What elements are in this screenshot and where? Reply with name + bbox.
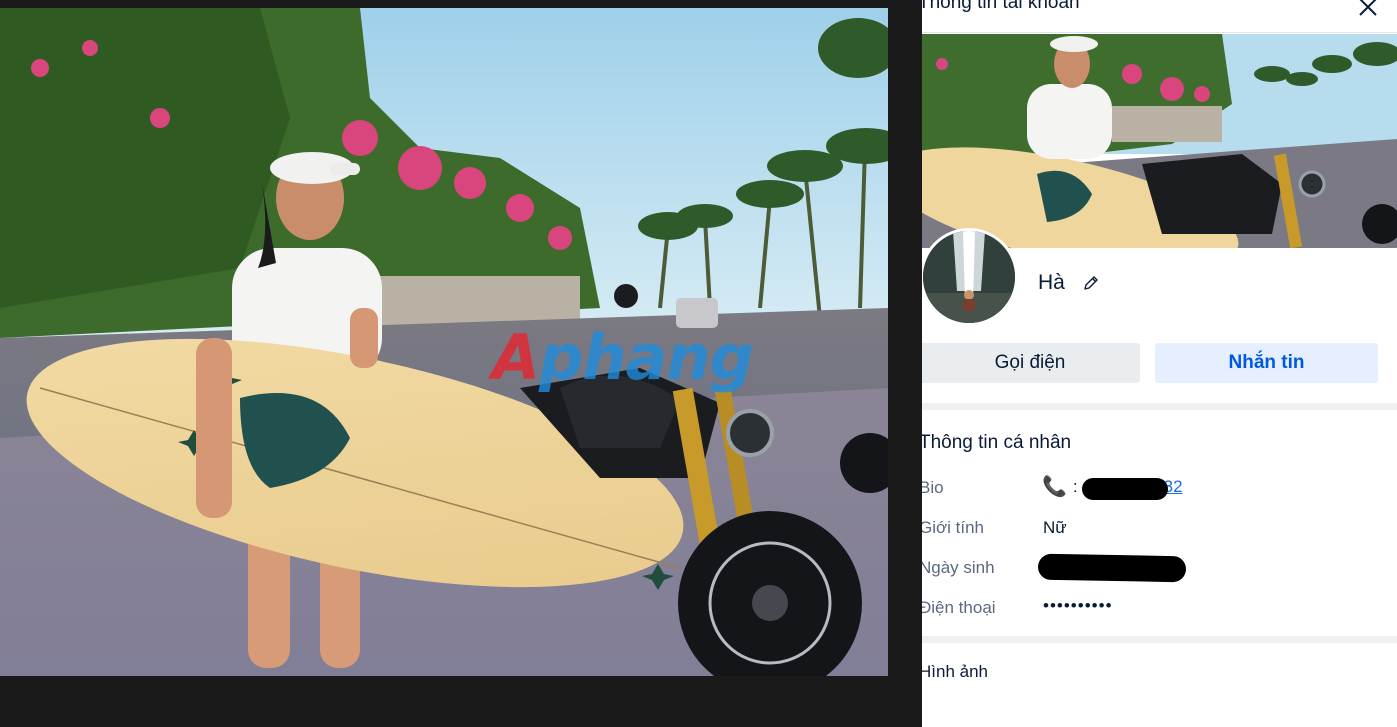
redaction-mark bbox=[1037, 553, 1187, 583]
gender-value: Nữ bbox=[1043, 518, 1067, 537]
panel-title: Thông tin tài khoản bbox=[922, 0, 1080, 13]
cover-image bbox=[922, 34, 1397, 248]
call-button[interactable]: Gọi điện bbox=[922, 343, 1140, 383]
message-button[interactable]: Nhắn tin bbox=[1155, 343, 1378, 383]
profile-name: Hà bbox=[1038, 271, 1065, 294]
edit-name-icon[interactable] bbox=[1082, 274, 1100, 292]
photo-viewer: Aphang bbox=[0, 0, 922, 727]
personal-info-title: Thông tin cá nhân bbox=[922, 432, 1072, 453]
avatar[interactable] bbox=[922, 228, 1018, 326]
phone-value: •••••••••• bbox=[1043, 596, 1113, 615]
gender-label: Giới tính bbox=[922, 518, 985, 537]
phone-icon: 📞 bbox=[1042, 476, 1067, 498]
avatar-image bbox=[923, 231, 1015, 323]
header-divider bbox=[922, 32, 1397, 33]
birthday-label: Ngày sinh bbox=[922, 558, 995, 577]
photo-image bbox=[0, 8, 888, 676]
viewer-photo[interactable]: Aphang bbox=[0, 8, 888, 676]
cover-photo[interactable] bbox=[922, 34, 1397, 248]
bio-colon: : bbox=[1072, 476, 1078, 496]
account-info-panel: Thông tin tài khoản Hà Gọi điện Nhắn tin… bbox=[922, 0, 1397, 727]
close-icon[interactable] bbox=[1357, 0, 1379, 18]
bio-label: Bio bbox=[922, 478, 944, 497]
section-divider bbox=[922, 636, 1397, 643]
phone-label: Điện thoại bbox=[922, 598, 996, 617]
redaction-mark bbox=[1082, 478, 1168, 500]
section-divider bbox=[922, 403, 1397, 410]
photos-section-title: Hình ảnh bbox=[922, 662, 988, 681]
